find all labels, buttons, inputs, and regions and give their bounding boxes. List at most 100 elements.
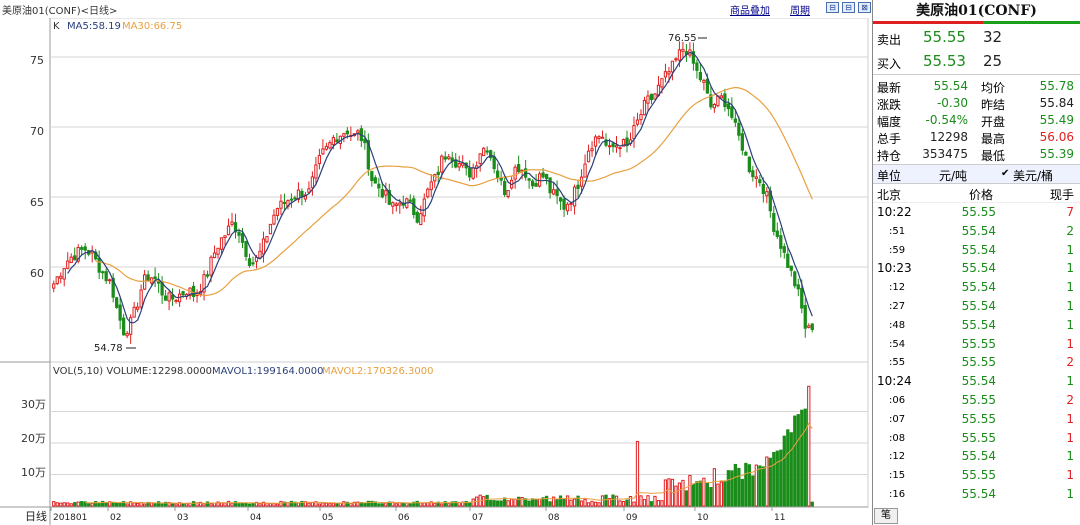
tick-row[interactable]: :51 55.54 2 <box>873 222 1080 241</box>
volume-bar <box>73 502 77 507</box>
ask-price: 55.55 <box>923 28 966 46</box>
period-link[interactable]: 周期 <box>790 2 810 17</box>
candle-body <box>527 178 531 181</box>
candle-body <box>555 189 559 196</box>
y-tick-75: 75 <box>30 54 44 67</box>
volume-bar <box>625 499 629 507</box>
volume-bar <box>635 440 640 507</box>
volume-bar <box>517 496 521 507</box>
volume-bar <box>149 502 154 507</box>
volume-bar <box>97 502 101 507</box>
candle-body <box>310 176 315 189</box>
candle-body <box>649 93 654 101</box>
minimize-icon[interactable]: ⊟ <box>842 2 855 13</box>
candle-body <box>461 162 465 166</box>
volume-bar <box>782 435 786 507</box>
x-axis-ticks: 201801 02 03 04 05 06 07 08 09 10 11 <box>50 507 785 523</box>
tick-row[interactable]: :59 55.54 1 <box>873 241 1080 260</box>
volume-bar <box>272 502 276 507</box>
tick-row[interactable]: 10:24 55.54 1 <box>873 372 1080 391</box>
candle-body <box>737 122 741 136</box>
x-tick-label: 11 <box>774 513 785 523</box>
tick-row[interactable]: 10:23 55.54 1 <box>873 259 1080 278</box>
volume-bar <box>125 503 129 507</box>
volume-bar <box>555 498 559 507</box>
volume-bar <box>142 503 147 507</box>
unit-alt[interactable]: 美元/桶 <box>1013 167 1053 184</box>
x-tick-label: 02 <box>110 513 121 523</box>
tick-row[interactable]: :54 55.55 1 <box>873 335 1080 354</box>
candle-body <box>209 256 213 276</box>
y-tick-70: 70 <box>30 125 44 138</box>
volume-bar <box>548 501 552 507</box>
tick-qty: 1 <box>1066 317 1074 332</box>
close-icon[interactable]: ⊠ <box>858 2 871 13</box>
tick-price: 55.54 <box>961 449 996 464</box>
stat-value: -0.30 <box>936 96 968 110</box>
candle-body <box>583 163 587 178</box>
candle-body <box>744 151 748 156</box>
tick-row[interactable]: :16 55.54 1 <box>873 485 1080 504</box>
tick-row[interactable]: :15 55.55 1 <box>873 466 1080 485</box>
volume-bar <box>398 502 402 507</box>
candle-body <box>328 142 332 149</box>
volume-bar <box>660 500 664 507</box>
volume-bar <box>66 502 70 507</box>
tick-time: :27 <box>889 300 906 312</box>
candle-body <box>600 136 605 139</box>
stat-label: 持仓 <box>877 149 902 163</box>
tick-row[interactable]: 10:22 55.55 7 <box>873 203 1080 222</box>
tick-row[interactable]: :55 55.55 2 <box>873 353 1080 372</box>
candle-body <box>642 99 647 116</box>
vol-tick-20w: 20万 <box>21 432 46 445</box>
ticks-time-header: 北京 <box>877 188 902 202</box>
candle-body <box>55 276 59 285</box>
volume-bar <box>506 500 510 507</box>
ticks-qty-header: 现手 <box>1049 188 1074 202</box>
candle-body <box>174 299 178 302</box>
tick-time: :54 <box>889 338 906 350</box>
tick-row[interactable]: :27 55.54 1 <box>873 297 1080 316</box>
volume-bar <box>394 503 398 507</box>
x-tick-label: 07 <box>472 513 483 523</box>
restore-icon[interactable]: ⊟ <box>826 2 839 13</box>
tick-row[interactable]: :07 55.55 1 <box>873 410 1080 429</box>
unit-row[interactable]: 单位 元/吨 ✔ 美元/桶 <box>873 165 1080 184</box>
tick-row[interactable]: :48 55.54 1 <box>873 316 1080 335</box>
sell-strength-bar <box>983 21 1080 24</box>
volume-bar <box>268 502 273 507</box>
overlay-product-link[interactable]: 商品叠加 <box>730 2 770 17</box>
tick-time: :51 <box>889 225 906 237</box>
tick-row[interactable]: :08 55.55 1 <box>873 429 1080 448</box>
candle-body <box>191 285 196 298</box>
volume-bar <box>422 502 426 507</box>
volume-bar <box>604 494 608 507</box>
volume-bar <box>712 468 717 507</box>
candle-body <box>541 172 545 178</box>
tick-price: 55.54 <box>961 317 996 332</box>
volume-bar <box>779 449 783 507</box>
volume-bar <box>796 414 800 507</box>
candle-body <box>740 133 744 151</box>
tick-row[interactable]: :06 55.55 2 <box>873 391 1080 410</box>
chart-svg[interactable]: K MA5:58.19 MA30:66.75 76.55 54.78 VOL(5… <box>0 17 870 525</box>
volume-bar <box>209 503 213 507</box>
tick-row[interactable]: :12 55.54 1 <box>873 447 1080 466</box>
volume-bar <box>807 385 811 507</box>
candle-body <box>342 133 346 137</box>
ticks-tab[interactable]: 笔 <box>874 508 898 524</box>
tick-qty: 2 <box>1066 223 1074 238</box>
volume-bar <box>349 502 353 507</box>
candle-body <box>122 317 126 336</box>
tick-list[interactable]: 10:22 55.55 7:51 55.54 2:59 55.54 1 10:23 55.54 1… <box>873 203 1080 504</box>
check-icon[interactable]: ✔ <box>1001 168 1009 179</box>
tick-qty: 1 <box>1066 280 1074 295</box>
candle-body <box>530 180 535 187</box>
candle-body <box>565 203 570 212</box>
candle-body <box>457 163 461 168</box>
volume-bar <box>510 498 514 507</box>
tick-time: :08 <box>889 432 906 444</box>
chart-area[interactable]: K MA5:58.19 MA30:66.75 76.55 54.78 VOL(5… <box>0 17 870 525</box>
stat-value: -0.54% <box>925 113 968 127</box>
tick-row[interactable]: :12 55.54 1 <box>873 278 1080 297</box>
